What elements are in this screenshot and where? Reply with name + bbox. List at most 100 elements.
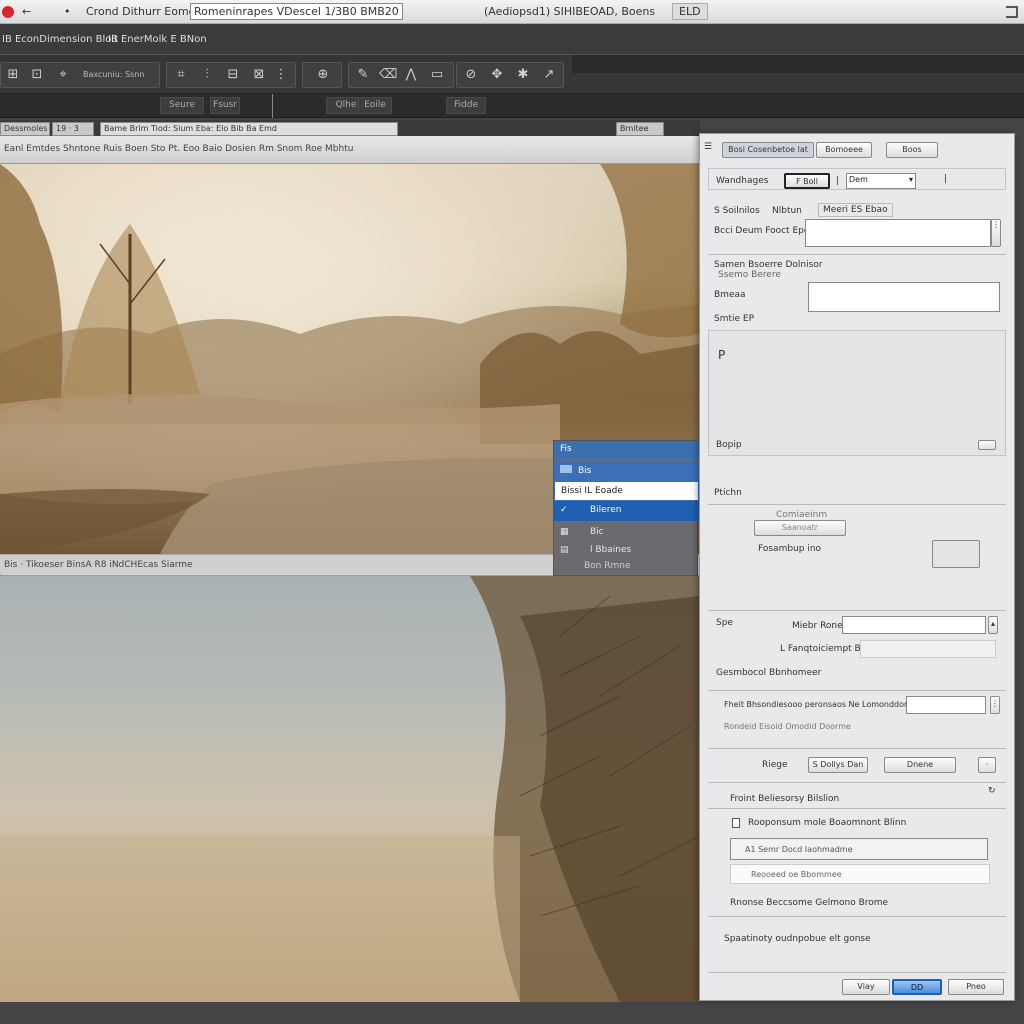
eraser-tool-icon[interactable]: ⌫ bbox=[379, 67, 397, 83]
source-input[interactable] bbox=[805, 219, 991, 247]
option-cell-5[interactable]: Fidde bbox=[446, 97, 486, 114]
scale-stepper[interactable]: ⋮ bbox=[990, 696, 1000, 714]
back-arrow-icon[interactable]: ← bbox=[22, 5, 31, 18]
option1-checkbox[interactable] bbox=[732, 818, 740, 828]
grid-tool-icon[interactable]: ⊟ bbox=[225, 67, 241, 83]
option1-field-2[interactable]: Reooeed oe Bbommee bbox=[730, 864, 990, 884]
wallpaper-select[interactable]: Dem ▾ bbox=[846, 173, 916, 189]
pages-button-2[interactable]: Dnene bbox=[884, 757, 956, 773]
option-cell-2[interactable]: Fsusr bbox=[210, 97, 240, 114]
layer-icon bbox=[560, 465, 572, 473]
toolbar-group-5: ⊘ ✥ ✱ ↗ bbox=[456, 62, 564, 88]
brush-tool-icon[interactable]: ✎ bbox=[355, 67, 371, 83]
canvas-status-text: Bis · Tikoeser BinsA R8 iNdCHEcas Siarme bbox=[4, 560, 193, 570]
document-tab-1[interactable]: Dessmoles 1 Bo bbox=[0, 122, 68, 136]
blend-label: Spe bbox=[716, 618, 733, 628]
refresh-icon[interactable]: ↻ bbox=[988, 786, 996, 796]
path-tool-icon[interactable]: ⋀ bbox=[403, 67, 419, 83]
scale-sublabel: Rondeid Eisoid Omodid Doorme bbox=[724, 722, 851, 731]
size-button[interactable]: Saanoatr bbox=[754, 520, 846, 536]
shape-tool-icon[interactable]: ▭ bbox=[429, 67, 445, 83]
marquee-tool-icon[interactable]: ⊡ bbox=[29, 67, 45, 83]
dialog-tab-active[interactable]: Bosi Cosenbetoe lat bbox=[722, 142, 814, 158]
option1-field[interactable]: A1 Semr Docd Iaohmadme bbox=[730, 838, 988, 860]
ok-button[interactable]: DD bbox=[892, 979, 942, 995]
document-tab-3[interactable]: Bame Brim Tiod: Sium Eba: Elo Bib Ba Emd bbox=[100, 122, 398, 136]
window-titlebar: ← • Crond Dithurr Eome 1·10 Romeninrapes… bbox=[0, 0, 1024, 24]
pages-button-3[interactable]: · bbox=[978, 757, 996, 773]
document-tab-2[interactable]: 19 · 3 bbox=[52, 122, 94, 136]
source-value: Nlbtun bbox=[772, 206, 802, 216]
canvas-status-bar: Bis · Tikoeser BinsA R8 iNdCHEcas Siarme bbox=[0, 554, 553, 574]
background-label: Fosambup ino bbox=[758, 544, 822, 554]
context-menu-item-2-label: Bissi IL Eoade bbox=[561, 486, 623, 496]
custom-label: Comiaeinm bbox=[776, 510, 828, 520]
toolbar-group-4: ✎ ⌫ ⋀ ▭ bbox=[348, 62, 454, 88]
canvas-header-text: Eanl Emtdes Shntone Ruis Boen Sto Pt. Eo… bbox=[4, 144, 354, 154]
name-input[interactable] bbox=[808, 282, 1000, 312]
blend-value: Miebr Rone bbox=[792, 621, 843, 631]
distribute-tool-icon[interactable]: ⋮ bbox=[273, 67, 289, 83]
misty-landscape-artwork bbox=[0, 576, 700, 1002]
separator-6 bbox=[708, 782, 1006, 783]
dialog-menu-icon[interactable]: ☰ bbox=[704, 142, 712, 152]
rotate-tool-icon[interactable]: ↗ bbox=[541, 67, 557, 83]
cancel-button[interactable]: Viay bbox=[842, 979, 890, 995]
menu-item-view[interactable]: IB EnerMolk E BNon bbox=[108, 34, 207, 45]
option-cell-1[interactable]: Seure bbox=[160, 97, 204, 114]
dialog-tab-3[interactable]: Boos bbox=[886, 142, 938, 158]
source-extra[interactable]: Meeri ES Ebao bbox=[818, 203, 893, 217]
position-label: Ptichn bbox=[714, 488, 742, 498]
option-cell-4[interactable]: Eoile bbox=[358, 97, 392, 114]
reposition-toggle[interactable] bbox=[978, 440, 996, 450]
pages-label: Riege bbox=[762, 760, 788, 770]
sample-sublabel: Ssemo Berere bbox=[718, 270, 781, 280]
app-logo-icon bbox=[2, 6, 14, 18]
crop-tool-icon[interactable]: ⌗ bbox=[173, 67, 189, 83]
zoom-tool-icon[interactable]: ✱ bbox=[515, 67, 531, 83]
section-title: Smtie EP bbox=[714, 314, 755, 324]
window-badge[interactable]: ELD bbox=[672, 3, 708, 20]
check-icon: ✓ bbox=[560, 505, 568, 515]
footer-line-1: Rnonse Beccsome Gelmono Brome bbox=[730, 898, 889, 908]
right-window-title: (Aediopsd1) SIHIBEOAD, Boens bbox=[484, 5, 656, 18]
wallpaper-value-button[interactable]: F Boll bbox=[784, 173, 830, 189]
background-swatch-button[interactable] bbox=[932, 540, 980, 568]
options-bar: Seure Fsusr Qlhe Eoile Fidde bbox=[0, 94, 1024, 124]
context-menu-item-1[interactable]: Bis bbox=[554, 461, 699, 481]
stamp-tool-icon[interactable]: ⊕ bbox=[315, 67, 331, 83]
blend-input[interactable] bbox=[842, 616, 986, 634]
separator-9 bbox=[708, 972, 1006, 973]
hand-tool-icon[interactable]: ✥ bbox=[489, 67, 505, 83]
reposition-label: Bopip bbox=[716, 440, 742, 450]
align-tool-icon[interactable]: ⫶ bbox=[199, 67, 215, 83]
source-spinner[interactable]: ⋮ bbox=[991, 219, 1001, 247]
dialog-tab-2[interactable]: Bomoeee bbox=[816, 142, 872, 158]
home-dot-icon[interactable]: • bbox=[64, 5, 71, 18]
context-menu-item-3[interactable]: ✓ Bileren bbox=[554, 501, 699, 521]
document-tab-4[interactable]: Bmitee bbox=[616, 122, 664, 136]
blend-secondary-input[interactable] bbox=[860, 640, 996, 658]
eyedropper-tool-icon[interactable]: ⊘ bbox=[463, 67, 479, 83]
pages-button-1[interactable]: S Dollys Dan bbox=[808, 757, 868, 773]
exit-icon[interactable] bbox=[1006, 6, 1018, 18]
scale-input[interactable] bbox=[906, 696, 986, 714]
context-menu-item-6[interactable]: Bon Rmne bbox=[554, 557, 699, 577]
context-menu-item-2[interactable]: Bissi IL Eoade bbox=[554, 481, 699, 501]
separator-4 bbox=[708, 690, 1006, 691]
blend-stepper[interactable]: ▴ bbox=[988, 616, 998, 634]
toolbar-group-3: ⊕ bbox=[302, 62, 342, 88]
context-menu-item-5-label: l Bbaines bbox=[590, 545, 632, 555]
context-menu-item-4[interactable]: ▦ Bic bbox=[554, 523, 699, 543]
table-icon: ▤ bbox=[560, 545, 569, 555]
context-menu-item-1-label: Bis bbox=[578, 466, 592, 476]
context-menu-item-3-label: Bileren bbox=[590, 505, 622, 515]
context-menu-item-6-label: Bon Rmne bbox=[584, 561, 631, 571]
lasso-tool-icon[interactable]: ⌖ bbox=[55, 67, 71, 83]
help-button[interactable]: Pneo bbox=[948, 979, 1004, 995]
separator-3 bbox=[708, 610, 1006, 611]
move-tool-icon[interactable]: ⊞ bbox=[5, 67, 21, 83]
transform-tool-icon[interactable]: ⊠ bbox=[251, 67, 267, 83]
menu-item-file[interactable]: IB EconDimension Bloit bbox=[2, 34, 118, 45]
wallpaper-select-value: Dem bbox=[849, 175, 868, 184]
